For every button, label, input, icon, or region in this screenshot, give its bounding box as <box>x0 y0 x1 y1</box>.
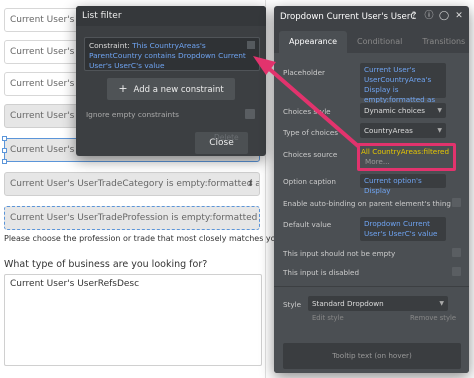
chevron-updown-icon: ⬍ <box>247 179 254 188</box>
style-label: Style <box>283 300 302 309</box>
comment-icon[interactable]: ◯ <box>439 11 449 21</box>
default-value-label: Default value <box>283 220 332 229</box>
edit-style-link[interactable]: Edit style <box>312 314 344 322</box>
divider <box>274 286 469 287</box>
choices-style-label: Choices style <box>283 107 331 116</box>
option-caption-field[interactable]: Current option's Display <box>360 174 446 195</box>
auto-binding-checkbox[interactable] <box>452 198 461 207</box>
question-label: What type of business are you looking fo… <box>4 259 208 270</box>
type-of-choices-select[interactable]: CountryAreas ▼ <box>360 123 446 138</box>
choices-source-label: Choices source <box>283 150 338 159</box>
disabled-label: This input is disabled <box>283 268 360 277</box>
selection-handle[interactable] <box>2 159 7 164</box>
tooltip-field[interactable]: Tooltip text (on hover) <box>283 343 461 369</box>
ignore-empty-checkbox[interactable] <box>245 109 255 119</box>
close-icon[interactable]: ✕ <box>454 11 464 21</box>
not-empty-label: This input should not be empty <box>283 249 396 258</box>
remove-constraint-icon[interactable] <box>247 41 255 49</box>
option-caption-label: Option caption <box>283 177 336 186</box>
auto-binding-label: Enable auto-binding on parent element's … <box>283 199 451 208</box>
remove-style-link[interactable]: Remove style <box>410 314 456 322</box>
style-select[interactable]: Standard Dropdown ▼ <box>308 296 448 311</box>
tab-conditional[interactable]: Conditional <box>347 31 412 53</box>
placeholder-label: Placeholder <box>283 68 325 77</box>
chevron-down-icon: ▼ <box>437 107 442 114</box>
type-of-choices-label: Type of choices <box>283 128 339 137</box>
selection-handle[interactable] <box>2 148 7 153</box>
info-icon[interactable]: ⓘ <box>424 11 434 21</box>
chevron-down-icon: ▼ <box>439 300 444 307</box>
default-value-field[interactable]: Dropdown Current User's UserC's value <box>360 217 446 241</box>
delete-button[interactable]: Delete <box>214 133 239 142</box>
help-icon[interactable]: ? <box>409 11 419 21</box>
chevron-down-icon: ▼ <box>437 127 442 134</box>
property-editor: Dropdown Current User's UserC ? ⓘ ◯ ✕ Ap… <box>274 6 469 373</box>
selection-handle[interactable] <box>2 136 7 141</box>
placeholder-field[interactable]: Current User's UserCountryArea's Display… <box>360 63 446 114</box>
choices-source-value[interactable]: All CountryAreas:filtered <box>361 147 449 156</box>
choices-style-select[interactable]: Dynamic choices ▼ <box>360 103 446 118</box>
choices-source-more[interactable]: More... <box>365 157 390 166</box>
disabled-checkbox[interactable] <box>452 267 461 276</box>
constraint-label: Constraint: <box>89 41 130 50</box>
refs-textarea[interactable]: Current User's UserRefsDesc <box>4 274 262 366</box>
list-filter-title: List filter <box>76 6 266 26</box>
constraint-box[interactable]: Constraint: This CountryAreas's ParentCo… <box>84 37 260 71</box>
canvas-dropdown-3[interactable]: Current User's UserTradeCategory is empt… <box>4 172 260 196</box>
tab-appearance[interactable]: Appearance <box>279 31 348 53</box>
tab-transitions[interactable]: Transitions <box>412 31 469 53</box>
ignore-empty-label: Ignore empty constraints <box>86 110 179 119</box>
plus-icon: + <box>118 82 128 95</box>
add-constraint-button[interactable]: + Add a new constraint <box>107 78 235 100</box>
not-empty-checkbox[interactable] <box>452 248 461 257</box>
canvas-dropdown-4[interactable]: Current User's UserTradeProfession is em… <box>4 206 260 230</box>
